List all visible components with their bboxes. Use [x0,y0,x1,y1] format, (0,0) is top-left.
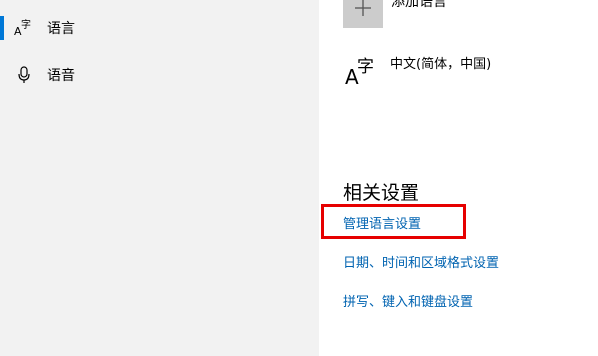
language-icon: A 字 [14,18,34,38]
svg-text:字: 字 [357,57,374,77]
date-time-region-settings-link[interactable]: 日期、时间和区域格式设置 [343,252,499,271]
plus-icon [343,0,383,28]
add-language-button[interactable]: 添加语言 [343,0,447,28]
language-icon: A 字 [343,50,383,90]
language-name: 中文(简体，中国) [390,57,492,72]
sidebar-item-label: 语音 [47,68,75,84]
sidebar: A 字 语言 语音 [0,0,319,356]
spelling-typing-keyboard-settings-link[interactable]: 拼写、键入和键盘设置 [343,291,473,310]
sidebar-item-language[interactable]: A 字 语言 [0,8,319,48]
settings-window: A 字 语言 语音 添加语言 A 字 中文(简体，中国) 相关设置 管理语言设置… [0,0,598,356]
svg-text:字: 字 [21,18,31,31]
manage-language-settings-link[interactable]: 管理语言设置 [343,213,421,232]
sidebar-item-speech[interactable]: 语音 [0,55,319,95]
sidebar-item-label: 语言 [47,21,75,37]
add-language-label: 添加语言 [391,0,447,10]
language-entry-zh-cn[interactable]: A 字 中文(简体，中国) [343,50,583,100]
related-settings-title: 相关设置 [343,182,420,204]
microphone-icon [14,65,34,85]
main-content: 添加语言 A 字 中文(简体，中国) 相关设置 管理语言设置 日期、时间和区域格… [319,0,598,356]
